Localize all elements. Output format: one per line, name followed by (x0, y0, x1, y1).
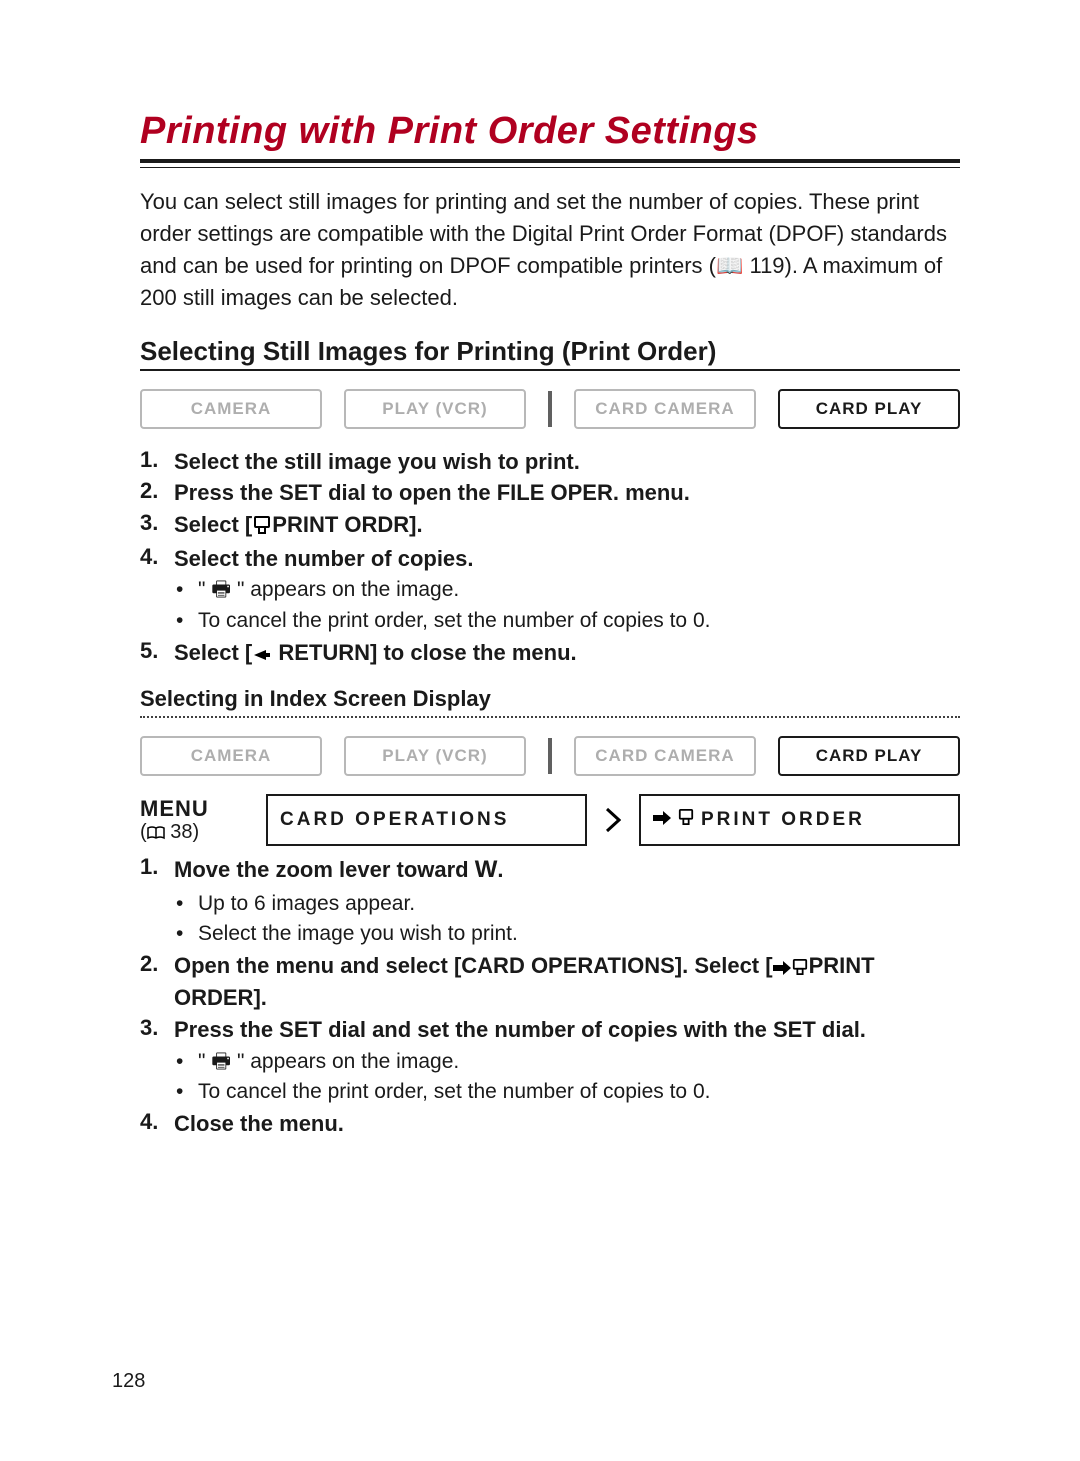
note-text: Up to 6 images appear. (198, 889, 415, 919)
section-heading-1: Selecting Still Images for Printing (Pri… (140, 336, 960, 371)
print-order-icon (677, 809, 695, 831)
step-number: 4. (140, 544, 166, 574)
bullet-icon: • (176, 575, 190, 605)
mode-card-camera: CARD CAMERA (574, 389, 756, 429)
note-line: • Select the image you wish to print. (176, 919, 960, 949)
note-line: • To cancel the print order, set the numb… (176, 606, 960, 636)
section-heading-2: Selecting in Index Screen Display (140, 686, 960, 718)
step-number: 1. (140, 854, 166, 886)
step-number: 3. (140, 1015, 166, 1045)
step-number: 4. (140, 1109, 166, 1139)
mode-selector-row-1: CAMERA PLAY (VCR) CARD CAMERA CARD PLAY (140, 389, 960, 429)
step-text: Press the SET dial to open the FILE OPER… (174, 478, 960, 508)
step-1-notes: • Up to 6 images appear. • Select the imag… (140, 889, 960, 950)
note-text: To cancel the print order, set the numbe… (198, 606, 710, 636)
note-text: " 🖶 " appears on the image. (198, 575, 459, 605)
step-number: 3. (140, 510, 166, 542)
go-arrow-icon (653, 809, 671, 831)
step-text: Select [ PRINT ORDR]. (174, 510, 960, 542)
bullet-icon: • (176, 606, 190, 636)
step-text: Open the menu and select [CARD OPERATION… (174, 951, 960, 1012)
step-2: 2. Open the menu and select [CARD OPERAT… (140, 951, 960, 1012)
mode-play-vcr: PLAY (VCR) (344, 389, 526, 429)
step-text-pre: Open the menu and select [CARD OPERATION… (174, 953, 773, 978)
note-text: Select the image you wish to print. (198, 919, 518, 949)
step-3: 3. Select [ PRINT ORDR]. (140, 510, 960, 542)
note-line: • Up to 6 images appear. (176, 889, 960, 919)
print-order-icon (791, 953, 809, 983)
return-arrow-icon (252, 640, 272, 670)
intro-paragraph: You can select still images for printing… (140, 186, 960, 314)
step-3-notes: • " 🖶 " appears on the image. • To cancel … (140, 1047, 960, 1108)
bullet-icon: • (176, 1077, 190, 1107)
step-number: 2. (140, 951, 166, 1012)
step-text-pre: Select [ (174, 512, 252, 537)
book-icon (147, 823, 165, 846)
step-text-pre: Move the zoom lever toward (174, 857, 475, 882)
step-4-notes: • " 🖶 " appears on the image. • To cancel … (140, 575, 960, 636)
ref-page: 38) (165, 821, 199, 843)
step-1: 1. Select the still image you wish to pr… (140, 447, 960, 477)
menu-path-arrow-icon (603, 794, 623, 846)
mode-card-play: CARD PLAY (778, 736, 960, 776)
step-text: Close the menu. (174, 1109, 960, 1139)
note-text: To cancel the print order, set the numbe… (198, 1077, 710, 1107)
ref-pre: ( (140, 821, 147, 843)
step-text: Press the SET dial and set the number of… (174, 1015, 960, 1045)
step-number: 5. (140, 638, 166, 670)
title-rule (140, 159, 960, 168)
menu-box-print-order: PRINT ORDER (639, 794, 960, 846)
step-text-post: . (497, 857, 503, 882)
page-number: 128 (112, 1370, 145, 1393)
menu-box-text: CARD OPERATIONS (280, 809, 509, 831)
zoom-wide-icon: W (475, 856, 498, 883)
step-4: 4. Close the menu. (140, 1109, 960, 1139)
menu-box-text: PRINT ORDER (701, 809, 865, 831)
mode-camera: CAMERA (140, 736, 322, 776)
step-text-post: PRINT ORDR]. (272, 512, 422, 537)
mode-separator (548, 391, 552, 427)
steps-list-2: 1. Move the zoom lever toward W. • Up to … (140, 854, 960, 1139)
step-text: Move the zoom lever toward W. (174, 854, 960, 886)
bullet-icon: • (176, 919, 190, 949)
mode-card-camera: CARD CAMERA (574, 736, 756, 776)
mode-camera: CAMERA (140, 389, 322, 429)
bullet-icon: • (176, 1047, 190, 1077)
step-3: 3. Press the SET dial and set the number… (140, 1015, 960, 1045)
step-4: 4. Select the number of copies. (140, 544, 960, 574)
step-number: 1. (140, 447, 166, 477)
step-text: Select the number of copies. (174, 544, 960, 574)
menu-label: MENU (140, 796, 250, 821)
step-text: Select the still image you wish to print… (174, 447, 960, 477)
page-title: Printing with Print Order Settings (140, 110, 960, 153)
steps-list-1: 1. Select the still image you wish to pr… (140, 447, 960, 670)
mode-separator (548, 738, 552, 774)
step-text: Select [ RETURN] to close the menu. (174, 638, 960, 670)
print-order-icon (252, 512, 272, 542)
menu-label-block: MENU ( 38) (140, 794, 250, 846)
step-text-post: RETURN] to close the menu. (272, 640, 576, 665)
step-number: 2. (140, 478, 166, 508)
go-arrow-icon (773, 953, 791, 983)
step-5: 5. Select [ RETURN] to close the menu. (140, 638, 960, 670)
step-text-pre: Select [ (174, 640, 252, 665)
step-2: 2. Press the SET dial to open the FILE O… (140, 478, 960, 508)
bullet-icon: • (176, 889, 190, 919)
manual-page: Printing with Print Order Settings You c… (0, 0, 1080, 1461)
menu-path-row: MENU ( 38) CARD OPERATIONS PRINT ORDER (140, 794, 960, 846)
mode-card-play: CARD PLAY (778, 389, 960, 429)
menu-box-card-operations: CARD OPERATIONS (266, 794, 587, 846)
step-1: 1. Move the zoom lever toward W. (140, 854, 960, 886)
note-line: • " 🖶 " appears on the image. (176, 575, 960, 605)
note-text: " 🖶 " appears on the image. (198, 1047, 459, 1077)
note-line: • To cancel the print order, set the numb… (176, 1077, 960, 1107)
menu-page-ref: ( 38) (140, 821, 250, 846)
mode-selector-row-2: CAMERA PLAY (VCR) CARD CAMERA CARD PLAY (140, 736, 960, 776)
mode-play-vcr: PLAY (VCR) (344, 736, 526, 776)
note-line: • " 🖶 " appears on the image. (176, 1047, 960, 1077)
